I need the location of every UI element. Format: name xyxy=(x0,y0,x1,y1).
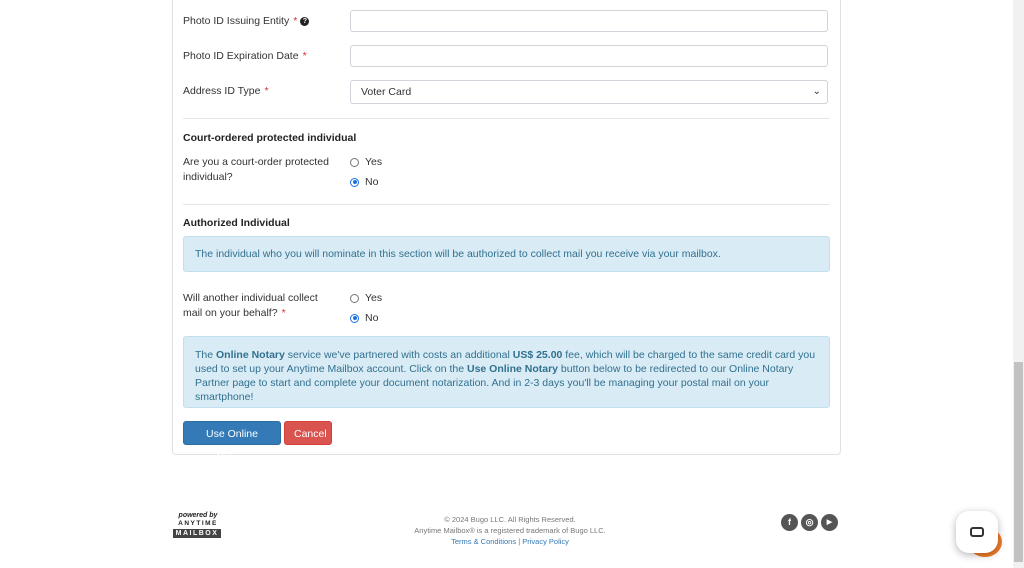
court-question-label: Are you a court-order protected individu… xyxy=(183,156,329,183)
another-individual-label: Will another individual collect mail on … xyxy=(183,292,318,319)
radio-checked-icon[interactable] xyxy=(350,313,359,323)
instagram-icon[interactable]: ◎ xyxy=(801,514,818,531)
radio-unchecked-icon[interactable] xyxy=(350,157,359,167)
court-no-radio[interactable]: No xyxy=(350,176,378,188)
use-online-notary-button[interactable]: Use Online Notary xyxy=(183,421,281,464)
divider xyxy=(183,204,830,205)
notary-info-alert: The Online Notary service we've partnere… xyxy=(183,336,830,408)
help-icon[interactable]: ? xyxy=(300,17,310,26)
divider xyxy=(183,118,830,119)
cancel-button[interactable]: Cancel xyxy=(284,421,332,445)
address-id-type-label: Address ID Type * xyxy=(183,85,269,97)
copyright-text: © 2024 Bugo LLC. All Rights Reserved. xyxy=(444,515,576,524)
scrollbar-thumb[interactable] xyxy=(1014,362,1023,562)
photo-id-issuing-entity-input[interactable] xyxy=(350,10,828,32)
court-yes-radio[interactable]: Yes xyxy=(350,156,382,168)
form-card: Photo ID Issuing Entity *? Photo ID Expir… xyxy=(172,0,841,464)
photo-id-issuing-entity-label: Photo ID Issuing Entity *? xyxy=(183,14,310,29)
youtube-icon[interactable]: ▶ xyxy=(821,514,838,531)
radio-unchecked-icon[interactable] xyxy=(350,293,359,303)
photo-id-expiration-label: Photo ID Expiration Date * xyxy=(183,50,307,62)
chat-launcher-button[interactable] xyxy=(956,511,998,553)
privacy-link[interactable]: Privacy Policy xyxy=(522,537,569,546)
terms-link[interactable]: Terms & Conditions xyxy=(451,537,516,546)
address-id-type-select[interactable]: Voter Card ⌄ xyxy=(350,80,828,104)
powered-by-logo[interactable]: powered by ANYTIME MAILBOX xyxy=(173,512,223,538)
another-no-radio[interactable]: No xyxy=(350,312,378,324)
required-mark: * xyxy=(293,15,298,27)
trademark-text: Anytime Mailbox® is a registered tradema… xyxy=(414,526,606,535)
authorized-info-alert: The individual who you will nominate in … xyxy=(183,236,830,272)
court-section-title: Court-ordered protected individual xyxy=(183,132,357,144)
required-mark: * xyxy=(302,50,307,62)
radio-checked-icon[interactable] xyxy=(350,177,359,187)
authorized-section-title: Authorized Individual xyxy=(183,217,290,229)
facebook-icon[interactable]: f xyxy=(781,514,798,531)
photo-id-expiration-input[interactable] xyxy=(350,45,828,67)
footer-legal: © 2024 Bugo LLC. All Rights Reserved. An… xyxy=(380,514,640,547)
required-mark: * xyxy=(281,307,286,319)
another-yes-radio[interactable]: Yes xyxy=(350,292,382,304)
chat-bubble-icon xyxy=(970,527,984,537)
chevron-down-icon: ⌄ xyxy=(812,86,821,97)
required-mark: * xyxy=(264,85,269,97)
